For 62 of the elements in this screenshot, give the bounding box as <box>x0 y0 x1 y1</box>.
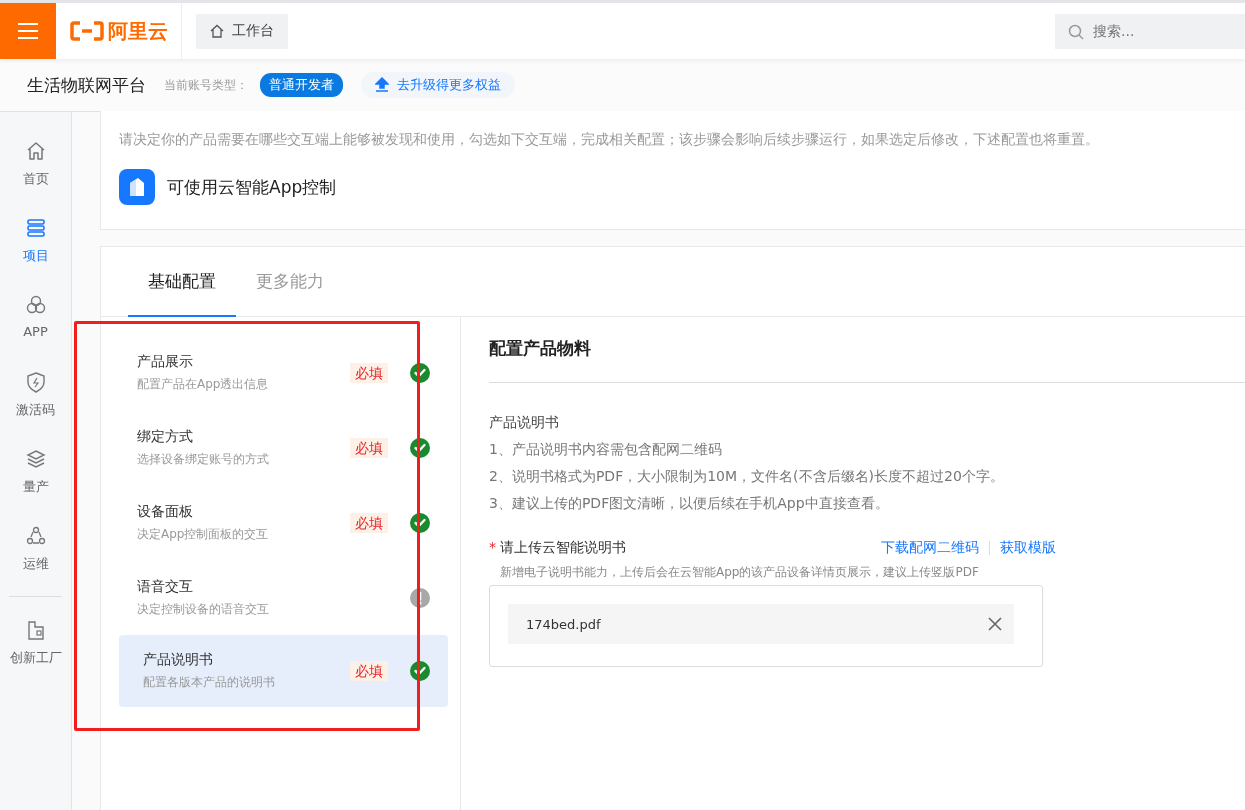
link[interactable]: 下载配网二维码 <box>881 539 979 557</box>
sidebar-item[interactable]: 运维 <box>0 525 71 602</box>
upload-box[interactable]: 174bed.pdf <box>489 585 1043 667</box>
nodes-icon <box>24 525 47 547</box>
step-item[interactable]: 产品展示 配置产品在App透出信息 必填 <box>119 335 448 410</box>
instruction-text: 2、说明书格式为PDF，大小限制为10M，文件名(不含后缀名)长度不超过20个字。 <box>489 467 1005 486</box>
account-type-label: 当前账号类型： <box>164 76 248 94</box>
step-item[interactable]: 语音交互 决定控制设备的语音交互 <box>119 560 448 635</box>
step-title: 产品说明书 <box>143 651 214 669</box>
app-option-label: 可使用云智能App控制 <box>167 175 337 199</box>
shield-icon <box>24 371 47 393</box>
step-description: 决定App控制面板的交互 <box>137 525 270 543</box>
sidebar-item[interactable]: 项目 <box>0 217 71 294</box>
hint-text: 新增电子说明书能力，上传后会在云智能App的该产品设备详情页展示，建议上传竖版PDF <box>500 564 980 581</box>
step-item[interactable]: 绑定方式 选择设备绑定账号的方式 必填 <box>119 410 448 485</box>
step-description: 配置产品在App透出信息 <box>137 375 270 393</box>
upload-arrow-icon <box>375 77 389 93</box>
step-title: 产品展示 <box>137 352 194 371</box>
search-icon <box>1068 23 1084 40</box>
close-icon <box>988 617 1002 631</box>
tab[interactable]: 基础配置 <box>128 247 236 317</box>
required-mark: * <box>489 539 496 557</box>
sidebar-item[interactable]: 激活码 <box>0 371 71 448</box>
account-type-badge: 普通开发者 <box>260 73 343 97</box>
stacked-bars-icon <box>24 217 47 239</box>
instruction-text: 1、产品说明书内容需包含配网二维码 <box>489 440 723 459</box>
menu-icon <box>18 23 38 39</box>
sidebar-item[interactable]: APP <box>0 294 71 371</box>
circles-icon <box>24 294 47 316</box>
workbench-button[interactable]: 工作台 <box>196 13 288 49</box>
upload-label: 请上传云智能说明书 <box>500 539 626 557</box>
panel-title: 配置产品物料 <box>489 337 1245 383</box>
app-house-icon <box>119 169 155 205</box>
bracket-logo-icon <box>69 21 104 41</box>
step-title: 设备面板 <box>137 502 194 521</box>
sidebar-item[interactable]: 创新工厂 <box>0 619 71 696</box>
sidebar-item[interactable]: 量产 <box>0 448 71 525</box>
layers-icon <box>24 448 47 470</box>
intro-text: 请决定你的产品需要在哪些交互端上能够被发现和使用，勾选如下交互端，完成相关配置；该步骤会影响后续步骤运行，如果选定后修改，下述配置也将重置。 <box>119 131 1100 149</box>
instruction-text: 3、建议上传的PDF图文清晰，以便后续在手机App中直接查看。 <box>489 494 890 513</box>
step-description: 决定控制设备的语音交互 <box>137 600 270 618</box>
search-field[interactable]: 搜索... <box>1055 13 1245 49</box>
step-item[interactable]: 设备面板 决定App控制面板的交互 必填 <box>119 485 448 560</box>
file-name: 174bed.pdf <box>526 616 601 632</box>
step-title: 语音交互 <box>137 577 194 596</box>
step-title: 绑定方式 <box>137 427 194 446</box>
required-tag: 必填 <box>350 362 388 383</box>
step-description: 配置各版本产品的说明书 <box>143 674 276 691</box>
required-tag: 必填 <box>350 437 388 458</box>
required-tag: 必填 <box>350 512 388 533</box>
upgrade-link[interactable]: 去升级得更多权益 <box>361 72 515 98</box>
link[interactable]: 获取模版 <box>1000 539 1056 557</box>
sidebar-item[interactable]: 首页 <box>0 140 71 217</box>
required-tag: 必填 <box>350 661 388 681</box>
logo-text: 阿里云 <box>107 17 168 45</box>
platform-title: 生活物联网平台 <box>27 73 146 97</box>
home-icon <box>210 24 224 38</box>
step-item[interactable]: 产品说明书 配置各版本产品的说明书 必填 <box>119 635 448 707</box>
step-description: 选择设备绑定账号的方式 <box>137 450 270 468</box>
remove-button[interactable] <box>988 617 1002 631</box>
menu-button[interactable] <box>0 3 56 59</box>
section-title: 产品说明书 <box>489 413 560 432</box>
